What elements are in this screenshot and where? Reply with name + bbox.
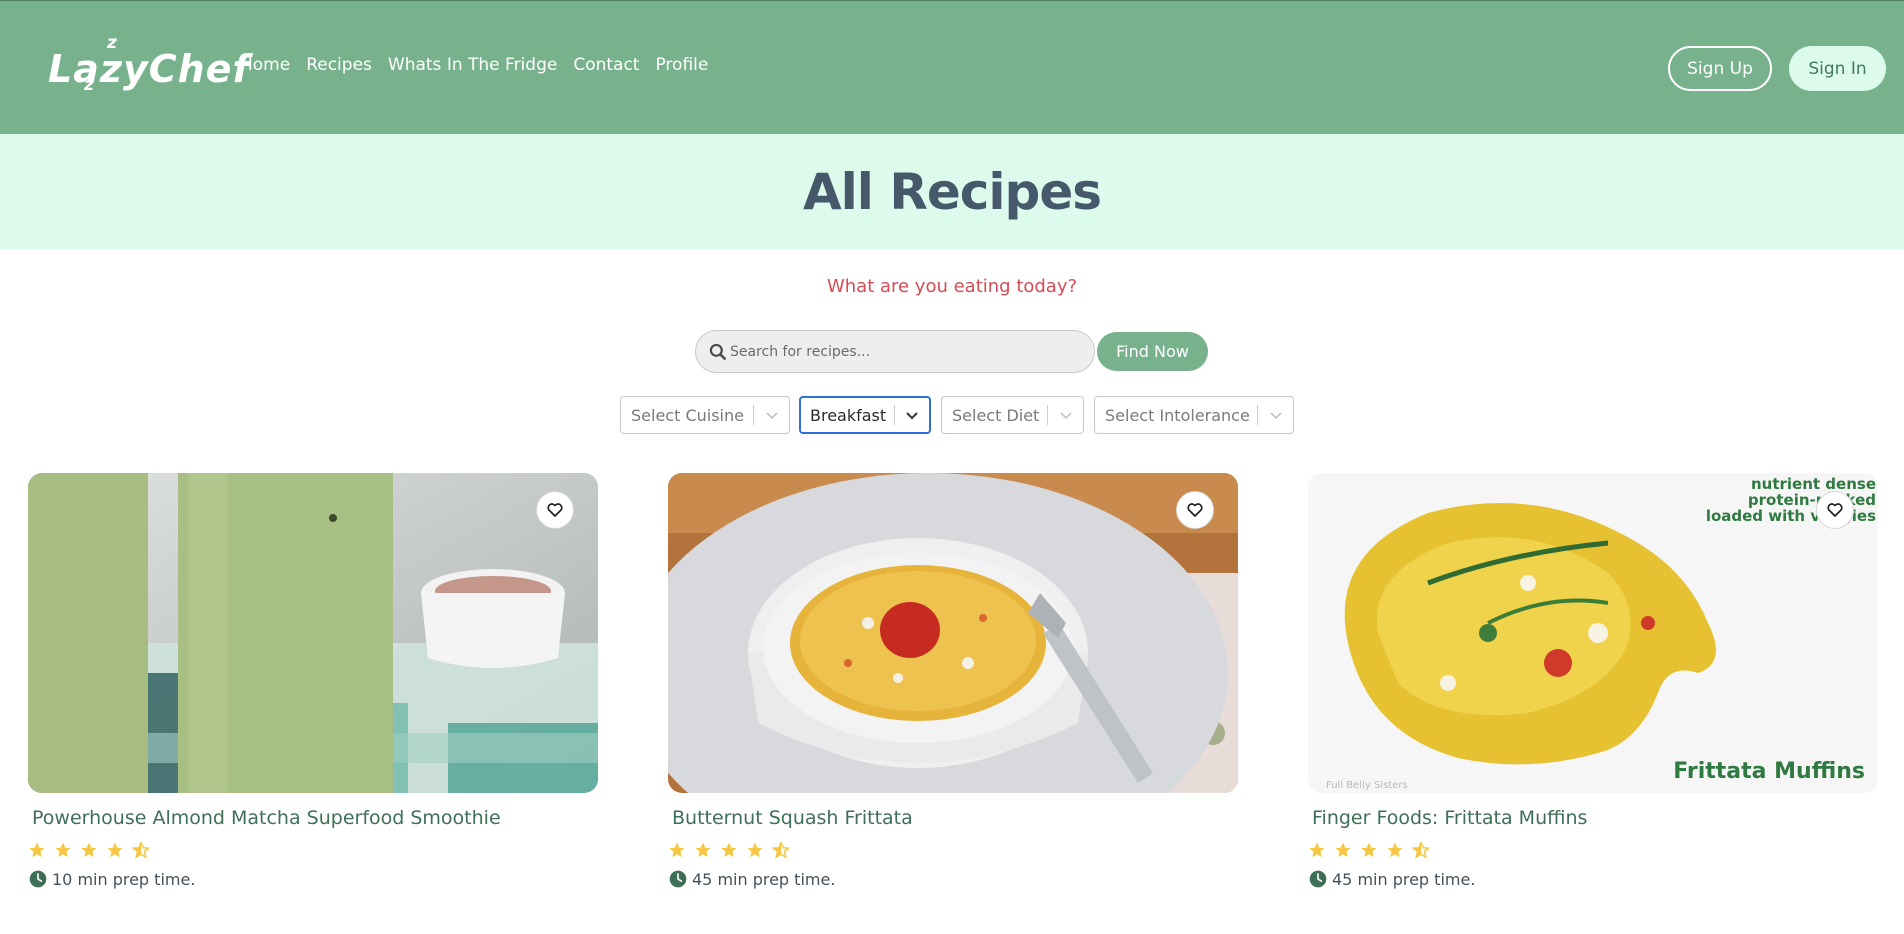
recipe-title[interactable]: Powerhouse Almond Matcha Superfood Smoot… (32, 807, 501, 829)
heart-icon (1187, 503, 1203, 517)
heart-icon (1827, 503, 1843, 517)
prep-time-text: 45 min prep time. (1332, 869, 1476, 889)
star-icon (55, 842, 71, 858)
chevron-down-icon (906, 412, 918, 420)
recipe-card[interactable]: Powerhouse Almond Matcha Superfood Smoot… (28, 473, 598, 913)
nav-link-recipes[interactable]: Recipes (306, 55, 372, 75)
nav-links: Home Recipes Whats In The Fridge Contact… (240, 55, 708, 75)
star-icon (29, 842, 45, 858)
select-separator (1047, 405, 1048, 425)
star-rating (668, 841, 790, 859)
star-icon (1335, 842, 1351, 858)
star-icon (1361, 842, 1377, 858)
nav-link-contact[interactable]: Contact (573, 55, 639, 75)
search-input[interactable] (730, 331, 1080, 372)
star-half-icon (1412, 841, 1430, 859)
select-cuisine-value: Select Cuisine (631, 406, 744, 425)
select-separator (894, 405, 895, 425)
star-icon (747, 842, 763, 858)
brand-logo[interactable]: z LazyChef z (48, 33, 249, 95)
favorite-button[interactable] (1816, 491, 1854, 529)
nav-link-home[interactable]: Home (240, 55, 290, 75)
clock-icon (29, 870, 47, 888)
recipe-image[interactable]: nutrient dense protein-packed loaded wit… (1308, 473, 1878, 793)
select-diet[interactable]: Select Diet (941, 396, 1084, 434)
star-icon (81, 842, 97, 858)
star-icon (721, 842, 737, 858)
recipe-image[interactable] (668, 473, 1238, 793)
recipe-title[interactable]: Finger Foods: Frittata Muffins (1312, 807, 1587, 829)
image-credit: Full Belly Sisters (1326, 780, 1408, 791)
recipe-card[interactable]: nutrient dense protein-packed loaded wit… (1308, 473, 1878, 913)
find-now-button[interactable]: Find Now (1097, 332, 1208, 371)
search-bar (695, 330, 1095, 373)
prep-time-text: 10 min prep time. (52, 869, 196, 889)
page-title: All Recipes (802, 163, 1102, 221)
recipe-card[interactable]: Butternut Squash Frittata 45 min prep ti… (668, 473, 1238, 913)
search-subtitle: What are you eating today? (826, 276, 1078, 297)
favorite-button[interactable] (536, 491, 574, 529)
select-separator (1257, 405, 1258, 425)
chevron-down-icon (1270, 412, 1282, 420)
heart-icon (547, 503, 563, 517)
star-rating (1308, 841, 1430, 859)
clock-icon (1309, 870, 1327, 888)
nav-link-whats-in-the-fridge[interactable]: Whats In The Fridge (388, 55, 557, 75)
chevron-down-icon (766, 412, 778, 420)
prep-time: 45 min prep time. (668, 869, 835, 889)
star-half-icon (132, 841, 150, 859)
prep-time: 45 min prep time. (1308, 869, 1475, 889)
star-icon (1309, 842, 1325, 858)
image-caption-title: Frittata Muffins (1673, 759, 1865, 784)
clock-icon (669, 870, 687, 888)
select-cuisine[interactable]: Select Cuisine (620, 396, 790, 434)
logo-text: LazyChef (48, 47, 250, 91)
star-rating (28, 841, 150, 859)
star-icon (695, 842, 711, 858)
chevron-down-icon (1060, 412, 1072, 420)
select-intolerance-value: Select Intolerance (1105, 406, 1250, 425)
search-icon (709, 343, 726, 360)
sign-up-button[interactable]: Sign Up (1668, 46, 1772, 91)
navbar: z LazyChef z Home Recipes Whats In The F… (0, 0, 1904, 134)
select-meal-type-value: Breakfast (810, 406, 887, 425)
star-icon (669, 842, 685, 858)
select-intolerance[interactable]: Select Intolerance (1094, 396, 1294, 434)
star-half-icon (772, 841, 790, 859)
recipe-title[interactable]: Butternut Squash Frittata (672, 807, 913, 829)
prep-time: 10 min prep time. (28, 869, 195, 889)
star-icon (1387, 842, 1403, 858)
select-meal-type[interactable]: Breakfast (799, 396, 931, 434)
logo-z-small: z (84, 75, 94, 95)
select-separator (753, 405, 754, 425)
select-diet-value: Select Diet (952, 406, 1040, 425)
favorite-button[interactable] (1176, 491, 1214, 529)
hero-banner: All Recipes (0, 134, 1904, 250)
sign-in-button[interactable]: Sign In (1789, 46, 1886, 91)
nav-link-profile[interactable]: Profile (655, 55, 708, 75)
recipe-image[interactable] (28, 473, 598, 793)
prep-time-text: 45 min prep time. (692, 869, 836, 889)
star-icon (107, 842, 123, 858)
